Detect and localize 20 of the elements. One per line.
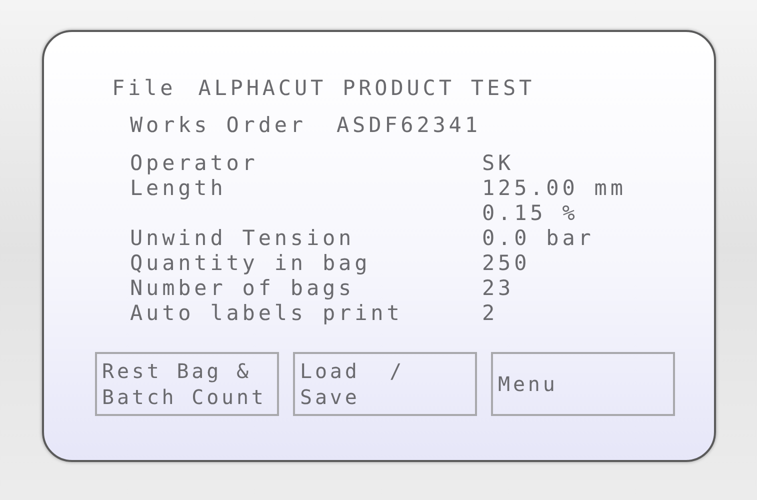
field-value: 23 xyxy=(482,276,514,301)
screen-button[interactable]: Load / Save xyxy=(293,352,477,416)
field-label: Unwind Tension xyxy=(130,226,356,251)
field-label: Number of bags xyxy=(130,276,356,301)
field-label: Works Order xyxy=(130,113,306,138)
field-value: 125.00 mm xyxy=(482,176,626,201)
screen-title: ALPHACUT PRODUCT TEST xyxy=(198,76,536,101)
field-value: 2 xyxy=(482,301,498,326)
field-value: SK xyxy=(482,151,514,176)
field-label: Auto labels print xyxy=(130,301,404,326)
file-menu[interactable]: File xyxy=(112,76,176,101)
field-value: ASDF62341 xyxy=(336,113,481,138)
screen-button[interactable]: Rest Bag & Batch Count xyxy=(95,352,279,416)
field-label: Quantity in bag xyxy=(130,251,372,276)
field-label: Length xyxy=(130,176,228,201)
screen-button[interactable]: Menu xyxy=(491,352,675,416)
field-value: 0.15 % xyxy=(482,201,578,226)
field-value: 0.0 bar xyxy=(482,226,594,251)
field-value: 250 xyxy=(482,251,530,276)
field-label: Operator xyxy=(130,151,260,176)
